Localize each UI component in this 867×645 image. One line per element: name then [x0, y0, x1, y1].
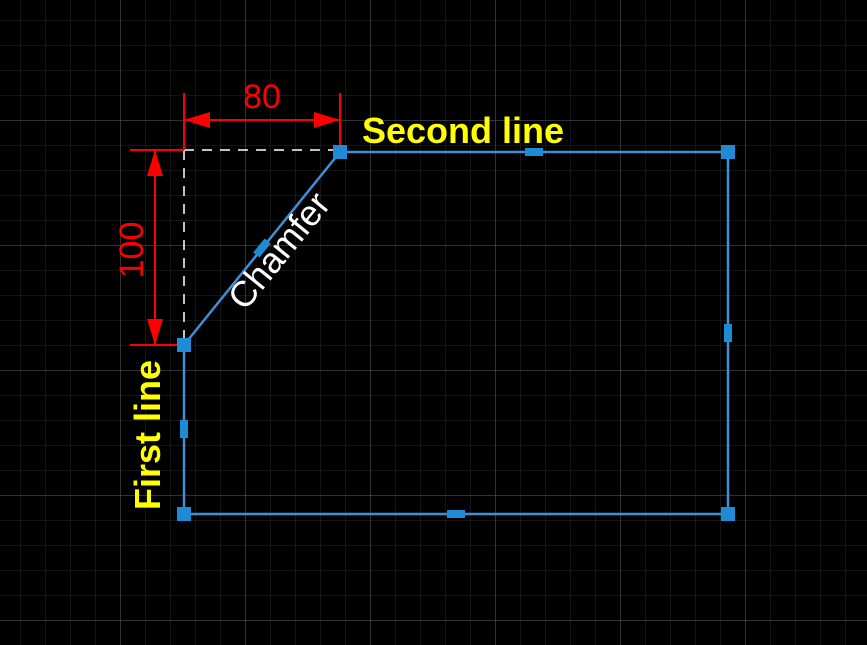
grip-midpoint-right[interactable]	[724, 324, 732, 342]
grip-vertex-top-right[interactable]	[721, 145, 735, 159]
grip-midpoint-left[interactable]	[180, 420, 188, 438]
dimension-horizontal: 80	[184, 78, 340, 150]
grip-vertex-chamfer-bottom[interactable]	[177, 338, 191, 352]
grip-vertex-bottom-left[interactable]	[177, 507, 191, 521]
dimension-vertical: 100	[113, 150, 184, 345]
label-chamfer: Chamfer	[219, 184, 338, 317]
grip-vertex-chamfer-top[interactable]	[333, 145, 347, 159]
grip-vertex-bottom-right[interactable]	[721, 507, 735, 521]
dimension-horizontal-value: 80	[243, 78, 281, 116]
grip-midpoint-bottom[interactable]	[447, 510, 465, 518]
dimension-vertical-value: 100	[113, 222, 151, 279]
chamfered-rectangle[interactable]	[184, 152, 728, 514]
label-second-line: Second line	[362, 110, 564, 151]
label-first-line: First line	[127, 360, 168, 510]
cad-canvas[interactable]: 80 100 First line Second line Chamfer	[0, 0, 867, 645]
